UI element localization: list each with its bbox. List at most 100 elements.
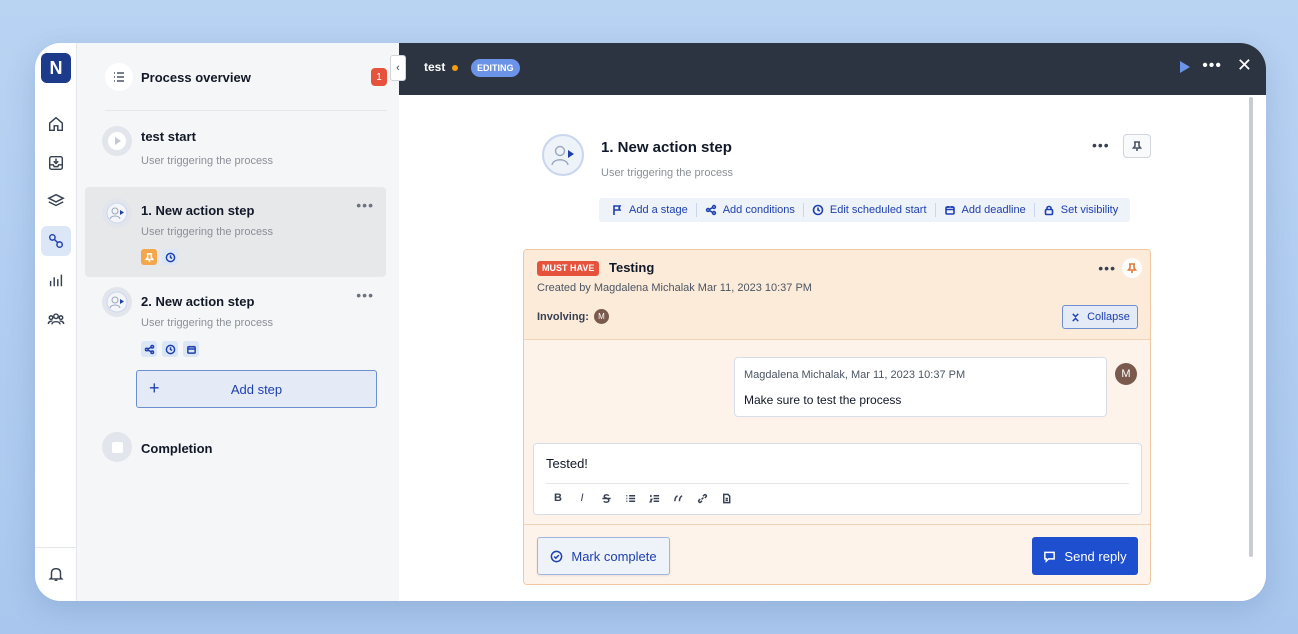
bold-button[interactable]: B [546, 490, 570, 506]
action-label: Add deadline [961, 204, 1026, 216]
step-title: 1. New action step [601, 139, 732, 156]
calendar-icon [944, 206, 955, 215]
step-name: test start [141, 129, 196, 144]
close-icon[interactable]: ✕ [1237, 55, 1252, 76]
collapse-sidebar-chevron-icon[interactable]: ‹ [390, 55, 406, 81]
nav-rail: N [35, 43, 77, 601]
play-icon[interactable] [1180, 61, 1190, 73]
action-label: Add conditions [722, 204, 795, 216]
comment-meta: Magdalena Michalak, Mar 11, 2023 10:37 P… [744, 369, 966, 381]
user-play-icon [102, 198, 132, 228]
more-icon[interactable]: ••• [356, 287, 374, 303]
overview-title: Process overview [141, 70, 251, 85]
add-step-button[interactable]: + Add step [136, 370, 377, 408]
more-icon[interactable]: ••• [1092, 137, 1110, 153]
numbered-list-icon[interactable] [642, 490, 666, 506]
check-circle-icon [551, 550, 563, 562]
step-sub: User triggering the process [141, 226, 274, 238]
branch-icon[interactable] [141, 341, 157, 357]
involving-label: Involving: [537, 311, 589, 323]
unsaved-dot [452, 65, 458, 71]
add-deadline-button[interactable]: Add deadline [936, 203, 1035, 217]
app-logo[interactable]: N [41, 53, 71, 83]
lock-icon [1044, 205, 1054, 216]
chat-icon [1044, 551, 1056, 563]
link-icon[interactable] [690, 490, 714, 506]
task-card-header: MUST HAVE Testing Created by Magdalena M… [524, 250, 1150, 340]
calendar-icon[interactable] [183, 341, 199, 357]
branch-icon [705, 204, 716, 216]
task-title: Testing [609, 260, 655, 275]
comment-bubble: Magdalena Michalak, Mar 11, 2023 10:37 P… [734, 357, 1107, 417]
quote-icon[interactable] [666, 490, 690, 506]
step-name: 1. New action step [141, 203, 255, 218]
priority-badge: MUST HAVE [537, 261, 600, 276]
layers-icon[interactable] [41, 186, 71, 216]
stop-icon [102, 432, 132, 462]
step-sub: User triggering the process [141, 317, 274, 329]
step-item-2[interactable]: 2. New action step User triggering the p… [85, 277, 386, 363]
editor-topbar: test EDITING ••• ✕ [399, 43, 1266, 95]
attachment-icon[interactable] [714, 490, 738, 506]
scrollbar[interactable] [1249, 97, 1253, 557]
more-icon[interactable]: ••• [356, 197, 374, 213]
step-detail: 1. New action step User triggering the p… [399, 95, 1266, 601]
step-action-bar: Add a stage Add conditions Edit schedule… [599, 198, 1131, 222]
set-visibility-button[interactable]: Set visibility [1035, 203, 1126, 217]
list-icon [105, 63, 133, 91]
send-reply-button[interactable]: Send reply [1032, 537, 1138, 575]
step-sub: User triggering the process [141, 155, 274, 167]
add-conditions-button[interactable]: Add conditions [697, 203, 804, 217]
action-label: Edit scheduled start [829, 204, 927, 216]
analytics-icon[interactable] [41, 265, 71, 295]
task-created: Created by Magdalena Michalak Mar 11, 20… [537, 282, 812, 294]
team-icon[interactable] [41, 304, 71, 334]
step-item-test-start[interactable]: test start User triggering the process [85, 116, 386, 186]
avatar: M [1115, 363, 1137, 385]
action-label: Add a stage [629, 204, 688, 216]
add-stage-button[interactable]: Add a stage [603, 203, 697, 217]
avatar[interactable]: M [594, 309, 609, 324]
process-sidebar: Process overview 1 test start User trigg… [77, 43, 399, 601]
send-reply-label: Send reply [1064, 548, 1127, 564]
format-toolbar: B I [546, 490, 738, 506]
collapse-icon [1072, 312, 1079, 322]
task-card: MUST HAVE Testing Created by Magdalena M… [523, 249, 1151, 585]
reply-editor[interactable]: Tested! B I [533, 443, 1142, 515]
step-name: 2. New action step [141, 294, 255, 309]
action-label: Set visibility [1060, 204, 1119, 216]
inbox-icon[interactable] [41, 148, 71, 178]
step-subtitle: User triggering the process [601, 167, 734, 179]
play-icon [102, 126, 132, 156]
mark-complete-button[interactable]: Mark complete [537, 537, 670, 575]
more-icon[interactable]: ••• [1202, 57, 1222, 75]
clock-icon[interactable] [162, 341, 178, 357]
rail-divider [35, 547, 77, 548]
italic-button[interactable]: I [570, 490, 594, 506]
pin-icon[interactable] [1123, 134, 1151, 158]
home-icon[interactable] [41, 109, 71, 139]
editing-badge: EDITING [471, 59, 520, 77]
edit-scheduled-start-button[interactable]: Edit scheduled start [804, 203, 936, 217]
pin-icon[interactable] [1122, 258, 1142, 278]
mark-complete-label: Mark complete [571, 548, 657, 564]
pin-icon[interactable] [141, 249, 157, 265]
user-play-icon [542, 134, 584, 176]
overview-badge: 1 [371, 68, 387, 86]
strikethrough-icon[interactable] [594, 490, 618, 506]
process-icon[interactable] [41, 226, 71, 256]
bullet-list-icon[interactable] [618, 490, 642, 506]
clock-icon[interactable] [162, 249, 178, 265]
editor-divider [546, 483, 1129, 484]
step-item-1[interactable]: 1. New action step User triggering the p… [85, 187, 386, 277]
completion-name: Completion [141, 441, 213, 456]
bell-icon[interactable] [41, 559, 71, 589]
more-icon[interactable]: ••• [1098, 260, 1116, 276]
comment-text: Make sure to test the process [744, 393, 902, 407]
clock-icon [812, 204, 824, 216]
process-overview[interactable]: Process overview 1 [105, 63, 387, 111]
flag-icon [613, 205, 622, 215]
app-window: N Process overview 1 test start User tri… [35, 43, 1266, 601]
collapse-button[interactable]: Collapse [1062, 305, 1138, 329]
reply-input[interactable]: Tested! [546, 456, 588, 471]
